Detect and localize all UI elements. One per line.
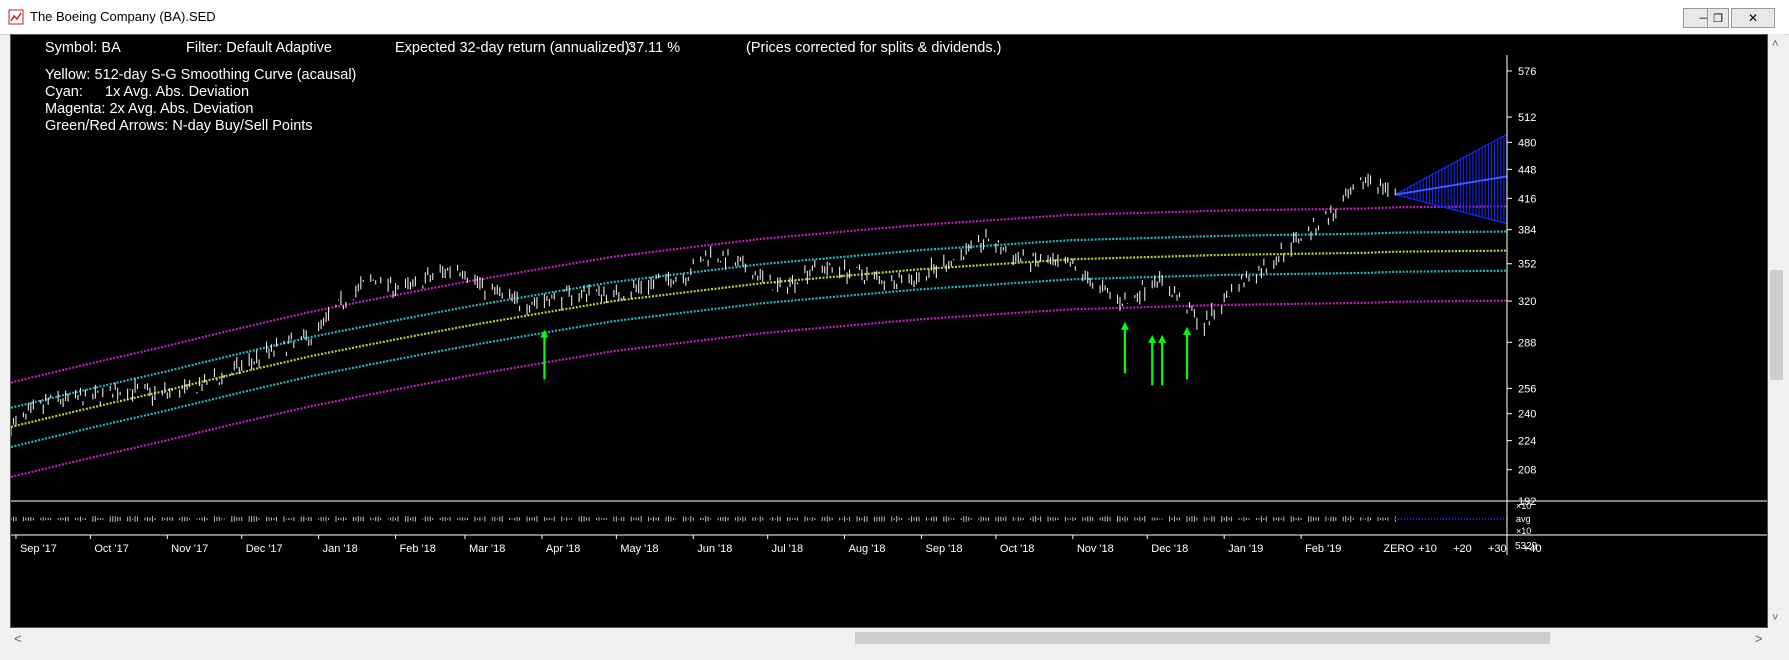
x-month-label: Sep '17 (20, 543, 57, 555)
restore-icon: ❐ (1713, 12, 1723, 25)
scroll-up-icon[interactable]: ˄ (1772, 38, 1778, 50)
buy-arrow-head (1182, 326, 1191, 335)
title-bar: The Boeing Company (BA).SED — (0, 0, 1789, 35)
x-month-label: Nov '18 (1077, 543, 1114, 555)
y-tick-label: 512 (1518, 112, 1536, 124)
price-chart[interactable]: 1922082242402562883203523844164484805125… (10, 35, 1767, 627)
expected-return-value: 37.11 % (628, 40, 680, 56)
x-month-label: Dec '17 (246, 543, 283, 555)
legend-cyan-key: Cyan: (45, 84, 83, 100)
x-month-label: Jun '18 (697, 543, 732, 555)
y-tick-label: 240 (1518, 409, 1536, 421)
x-month-label: Oct '17 (94, 543, 129, 555)
y-tick-label: 256 (1518, 383, 1536, 395)
x-month-label: May '18 (620, 543, 658, 555)
x-month-label: Jan '18 (323, 543, 358, 555)
vertical-scroll-thumb[interactable] (1770, 270, 1783, 380)
x-month-label: Feb '19 (1305, 543, 1341, 555)
symbol-label: Symbol: BA (45, 40, 121, 56)
close-button[interactable]: ✕ (1731, 8, 1775, 28)
legend-yellow: Yellow: 512-day S-G Smoothing Curve (aca… (45, 67, 356, 83)
app-icon (8, 9, 24, 25)
expected-return-label: Expected 32-day return (annualized): (395, 40, 634, 56)
smoothing-curve-line (10, 249, 1508, 428)
y-tick-label: 576 (1518, 66, 1536, 78)
filter-label: Filter: Default Adaptive (186, 40, 332, 56)
x-month-label: Feb '18 (400, 543, 436, 555)
y-tick-label: 416 (1518, 193, 1536, 205)
x-forecast-label: ZERO (1383, 543, 1414, 555)
x-month-label: Sep '18 (926, 543, 963, 555)
volume-axis-label: ×10 (1516, 526, 1531, 536)
volume-axis-label: avg (1516, 514, 1531, 524)
band-2x-lower (10, 299, 1507, 479)
x-month-label: Oct '18 (1000, 543, 1035, 555)
split-note: (Prices corrected for splits & dividends… (746, 40, 1001, 56)
scroll-down-icon[interactable]: ˅ (1772, 612, 1778, 624)
x-month-label: Dec '18 (1151, 543, 1188, 555)
scroll-right-icon[interactable]: > (1755, 631, 1763, 646)
window-title: The Boeing Company (BA).SED (30, 9, 216, 24)
x-forecast-label: +40 (1523, 543, 1542, 555)
y-tick-label: 448 (1518, 164, 1536, 176)
legend-arrows: Green/Red Arrows: N-day Buy/Sell Points (45, 118, 313, 134)
chart-window[interactable]: 192 208 224 240 256 288 320 352 384 416 448 480 512 5… (10, 34, 1768, 628)
scroll-left-icon[interactable]: < (14, 631, 22, 646)
volume-axis-label: ×10 (1516, 501, 1531, 511)
x-month-label: Mar '18 (469, 543, 505, 555)
y-tick-label: 480 (1518, 137, 1536, 149)
legend-magenta: Magenta: 2x Avg. Abs. Deviation (45, 101, 254, 117)
buy-arrow-head (1120, 321, 1129, 330)
x-month-label: Apr '18 (546, 543, 581, 555)
y-tick-label: 384 (1518, 225, 1536, 237)
buy-arrow-head (1158, 334, 1167, 343)
legend-cyan-value: 1x Avg. Abs. Deviation (105, 84, 249, 100)
horizontal-scroll-thumb[interactable] (855, 632, 1550, 644)
buy-arrow-head (1148, 334, 1157, 343)
y-tick-label: 208 (1518, 465, 1536, 477)
y-tick-label: 288 (1518, 337, 1536, 349)
band-1x-lower (10, 269, 1507, 449)
restore-button[interactable]: ❐ (1707, 8, 1729, 28)
close-icon: ✕ (1747, 11, 1759, 25)
y-tick-label: 352 (1518, 259, 1536, 271)
x-month-label: Nov '17 (171, 543, 208, 555)
band-1x-upper (10, 230, 1508, 409)
x-forecast-label: +20 (1453, 543, 1472, 555)
x-forecast-label: +30 (1488, 543, 1507, 555)
x-month-label: Aug '18 (849, 543, 886, 555)
band-2x-upper (10, 205, 1507, 384)
x-month-label: Jan '19 (1228, 543, 1263, 555)
x-forecast-label: +10 (1418, 543, 1437, 555)
y-tick-label: 320 (1518, 296, 1536, 308)
y-tick-label: 224 (1518, 436, 1536, 448)
x-month-label: Jul '18 (772, 543, 803, 555)
